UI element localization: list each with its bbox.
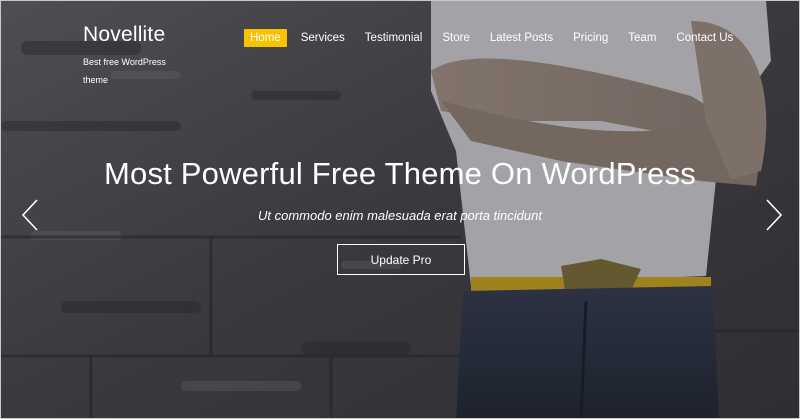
nav-item-home[interactable]: Home xyxy=(244,29,287,47)
nav-item-team[interactable]: Team xyxy=(622,29,662,47)
nav-item-pricing[interactable]: Pricing xyxy=(567,29,614,47)
site-tagline: Best free WordPress theme xyxy=(83,57,166,85)
site-branding: Novellite Best free WordPress theme xyxy=(83,23,183,89)
update-pro-button[interactable]: Update Pro xyxy=(337,244,465,275)
hero-subtitle: Ut commodo enim malesuada erat porta tin… xyxy=(258,208,542,223)
nav-item-services[interactable]: Services xyxy=(295,29,351,47)
nav-item-testimonial[interactable]: Testimonial xyxy=(359,29,429,47)
hero-title: Most Powerful Free Theme On WordPress xyxy=(103,156,696,191)
chevron-left-icon[interactable] xyxy=(21,198,39,237)
nav-item-store[interactable]: Store xyxy=(436,29,476,47)
nav-item-contact-us[interactable]: Contact Us xyxy=(670,29,739,47)
main-navigation: Home Services Testimonial Store Latest P… xyxy=(244,29,747,47)
nav-item-latest-posts[interactable]: Latest Posts xyxy=(484,29,559,47)
chevron-right-icon[interactable] xyxy=(765,198,783,237)
hero-slider: Novellite Best free WordPress theme Home… xyxy=(0,0,800,419)
site-title[interactable]: Novellite xyxy=(83,23,183,47)
